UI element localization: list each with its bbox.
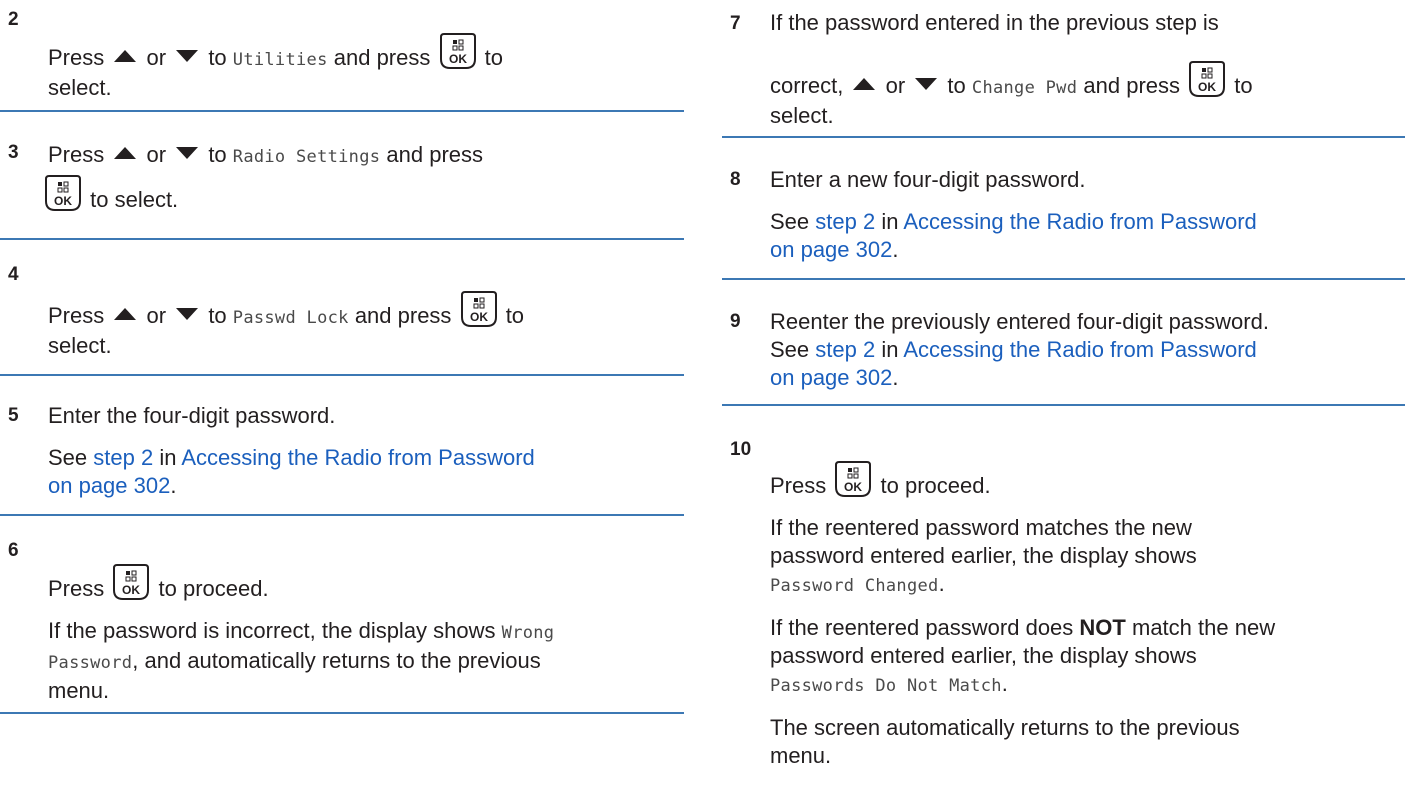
step-2: 2 Press or to Utilities and press to sel…: [0, 0, 684, 112]
step-8: 8 Enter a new four-digit password. See s…: [722, 138, 1405, 280]
see-reference: See step 2 in Accessing the Radio from P…: [48, 445, 535, 498]
up-arrow-icon: [114, 308, 137, 320]
page-link[interactable]: on page 302: [770, 237, 892, 262]
page-link[interactable]: on page 302: [770, 365, 892, 390]
step-number: 4: [8, 264, 19, 285]
step-10: 10 Press to proceed. If the reentered pa…: [722, 406, 1405, 786]
up-arrow-icon: [114, 50, 137, 62]
down-arrow-icon: [176, 50, 199, 62]
step-text: Enter a new four-digit password.: [770, 167, 1086, 192]
ok-button-icon: [440, 33, 476, 69]
step-number: 5: [8, 405, 19, 426]
step-text: Reenter the previously entered four-digi…: [770, 309, 1269, 334]
accessing-radio-link[interactable]: Accessing the Radio from Password: [903, 209, 1256, 234]
step-6: 6 Press to proceed. If the password is i…: [0, 516, 684, 714]
step-4: 4 Press or to Passwd Lock and press to s…: [0, 240, 684, 376]
step-text: 3 Press or to Radio Settings and press: [8, 142, 484, 167]
display-message: Password Changed: [770, 576, 939, 596]
menu-name: Utilities: [232, 50, 328, 70]
step-text: Press or to Utilities and press to selec…: [48, 0, 684, 102]
accessing-radio-link[interactable]: Accessing the Radio from Password: [903, 337, 1256, 362]
ok-button-icon: [835, 461, 871, 497]
step-number: 2: [8, 9, 19, 30]
step-text: Press to proceed.: [770, 406, 1405, 500]
see-reference: See step 2 in Accessing the Radio from P…: [770, 209, 1257, 262]
step-text: Press to proceed.: [48, 516, 684, 603]
step-number: 9: [730, 311, 741, 332]
step-number: 10: [730, 439, 752, 460]
step-text: If the password entered in the previous …: [770, 10, 1219, 35]
up-arrow-icon: [114, 147, 137, 159]
step-number: 7: [730, 13, 741, 34]
step-2-link[interactable]: step 2: [815, 209, 875, 234]
step-2-link[interactable]: step 2: [815, 337, 875, 362]
ok-button-icon: [45, 175, 81, 211]
step-9: 9 Reenter the previously entered four-di…: [722, 280, 1405, 406]
step-result: If the password is incorrect, the displa…: [48, 618, 555, 703]
see-reference: See step 2 in Accessing the Radio from P…: [770, 337, 1257, 390]
menu-name: Passwd Lock: [232, 308, 349, 328]
step-text: Enter the four-digit password.: [48, 403, 336, 428]
ok-button-icon: [461, 291, 497, 327]
page-link[interactable]: on page 302: [48, 473, 170, 498]
return-note: The screen automatically returns to the …: [770, 715, 1240, 768]
no-match-result: If the reentered password does NOT match…: [770, 615, 1276, 696]
step-2-link[interactable]: step 2: [93, 445, 153, 470]
ok-button-icon: [113, 564, 149, 600]
step-text: Press or to Passwd Lock and press to sel…: [48, 240, 684, 360]
step-3: 3 Press or to Radio Settings and press t…: [0, 112, 684, 240]
display-message: Passwords Do Not Match: [770, 676, 1002, 696]
menu-name: Change Pwd: [971, 78, 1078, 98]
step-5: 5 Enter the four-digit password. See ste…: [0, 376, 684, 516]
accessing-radio-link[interactable]: Accessing the Radio from Password: [181, 445, 534, 470]
left-column: 2 Press or to Utilities and press to sel…: [0, 0, 684, 714]
match-result: If the reentered password matches the ne…: [770, 515, 1197, 596]
step-number: 6: [8, 540, 19, 561]
up-arrow-icon: [853, 78, 876, 90]
right-column: 7 If the password entered in the previou…: [722, 0, 1405, 786]
menu-name: Radio Settings: [232, 147, 381, 167]
ok-button-icon: [1189, 61, 1225, 97]
display-message: Password: [48, 653, 133, 673]
down-arrow-icon: [915, 78, 938, 90]
down-arrow-icon: [176, 308, 199, 320]
step-7: 7 If the password entered in the previou…: [722, 0, 1405, 138]
display-message: Wrong: [501, 623, 555, 643]
down-arrow-icon: [176, 147, 199, 159]
step-number: 8: [730, 169, 741, 190]
